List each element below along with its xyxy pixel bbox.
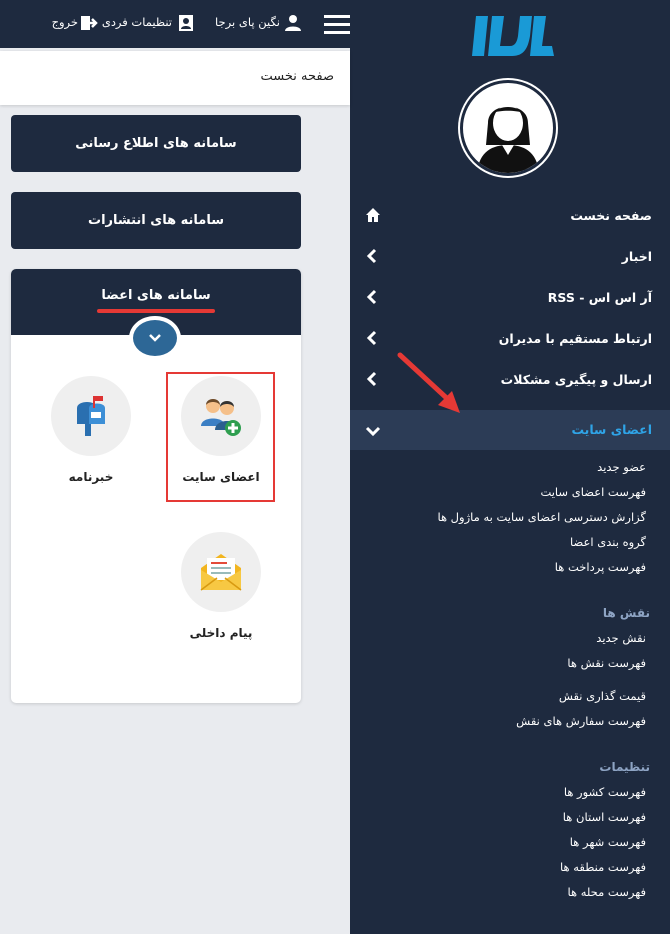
sub-regions[interactable]: فهرست منطقه ها	[560, 860, 646, 874]
chevron-left-icon	[366, 289, 377, 305]
top-bar: نگین پای برجا تنظیمات فردی خروج	[0, 0, 350, 48]
internal-message-label: پیام داخلی	[189, 626, 253, 640]
annotation-underline	[97, 309, 215, 313]
sub-new-role[interactable]: نقش جدید	[596, 631, 646, 645]
sub-neighborhoods[interactable]: فهرست محله ها	[567, 885, 646, 899]
chevron-down-icon	[149, 334, 161, 342]
tile-internal-message[interactable]: پیام داخلی	[166, 532, 276, 640]
chevron-left-icon	[366, 371, 377, 387]
sub-members-list[interactable]: فهرست اعضای سایت	[540, 485, 646, 499]
mailbox-icon	[77, 396, 105, 436]
sub-role-orders[interactable]: فهرست سفارش های نقش	[516, 714, 646, 728]
female-user-icon	[477, 105, 539, 173]
sub-cities[interactable]: فهرست شهر ها	[570, 835, 646, 849]
user-avatar	[460, 80, 556, 176]
newsletter-circle	[51, 376, 131, 456]
nav-site-members-label: اعضای سایت	[571, 422, 652, 437]
nav-rss-label: آر اس اس - RSS	[547, 290, 652, 305]
nav-home-label: صفحه نخست	[570, 208, 652, 223]
publications-label: سامانه های انتشارات	[88, 213, 224, 228]
envelope-icon	[200, 554, 242, 591]
collapse-toggle-button[interactable]	[129, 316, 181, 360]
settings-icon	[179, 15, 193, 31]
sub-member-groups[interactable]: گروه بندی اعضا	[570, 535, 646, 549]
publications-panel[interactable]: سامانه های انتشارات	[11, 192, 301, 249]
sub-provinces[interactable]: فهرست استان ها	[563, 810, 646, 824]
newsletter-label: خبرنامه	[68, 470, 114, 484]
nav-rss[interactable]: آر اس اس - RSS	[350, 280, 670, 316]
user-icon	[285, 15, 301, 31]
home-icon	[366, 208, 380, 222]
chevron-left-icon	[366, 248, 377, 264]
logout-icon	[81, 16, 98, 30]
annotation-highlight-box	[166, 372, 275, 502]
hamburger-icon[interactable]	[322, 15, 350, 35]
logout-link[interactable]: خروج	[52, 15, 78, 29]
sub-role-pricing[interactable]: قیمت گذاری نقش	[559, 689, 646, 703]
page-title: صفحه نخست	[260, 69, 334, 84]
user-name[interactable]: نگین پای برجا	[215, 15, 280, 29]
chevron-left-icon	[366, 330, 377, 346]
sub-new-member[interactable]: عضو جدید	[597, 460, 646, 474]
nav-home[interactable]: صفحه نخست	[350, 198, 670, 234]
chevron-down-icon	[365, 426, 381, 437]
page-title-bar: صفحه نخست	[0, 51, 350, 105]
annotation-arrow	[397, 352, 460, 413]
info-systems-label: سامانه های اطلاع رسانی	[75, 136, 237, 151]
sub-countries[interactable]: فهرست کشور ها	[564, 785, 646, 799]
brand-logo	[472, 16, 554, 56]
nav-contact-managers-label: ارتباط مستقیم با مدیران	[498, 331, 652, 346]
settings-link[interactable]: تنظیمات فردی	[102, 15, 172, 29]
nav-issues-label: ارسال و پیگیری مشکلات	[500, 372, 652, 387]
tile-newsletter[interactable]: خبرنامه	[36, 376, 146, 484]
members-systems-label: سامانه های اعضا	[101, 288, 211, 303]
roles-heading: نقش ها	[602, 606, 650, 620]
sub-roles-list[interactable]: فهرست نقش ها	[567, 656, 646, 670]
nav-news-label: اخبار	[621, 249, 652, 264]
nav-news[interactable]: اخبار	[350, 239, 670, 275]
info-systems-panel[interactable]: سامانه های اطلاع رسانی	[11, 115, 301, 172]
settings-heading: تنظیمات	[599, 760, 650, 774]
sub-access-report[interactable]: گزارش دسترسی اعضای سایت به ماژول ها	[437, 510, 646, 524]
sub-payments-list[interactable]: فهرست پرداخت ها	[555, 560, 646, 574]
internal-message-circle	[181, 532, 261, 612]
